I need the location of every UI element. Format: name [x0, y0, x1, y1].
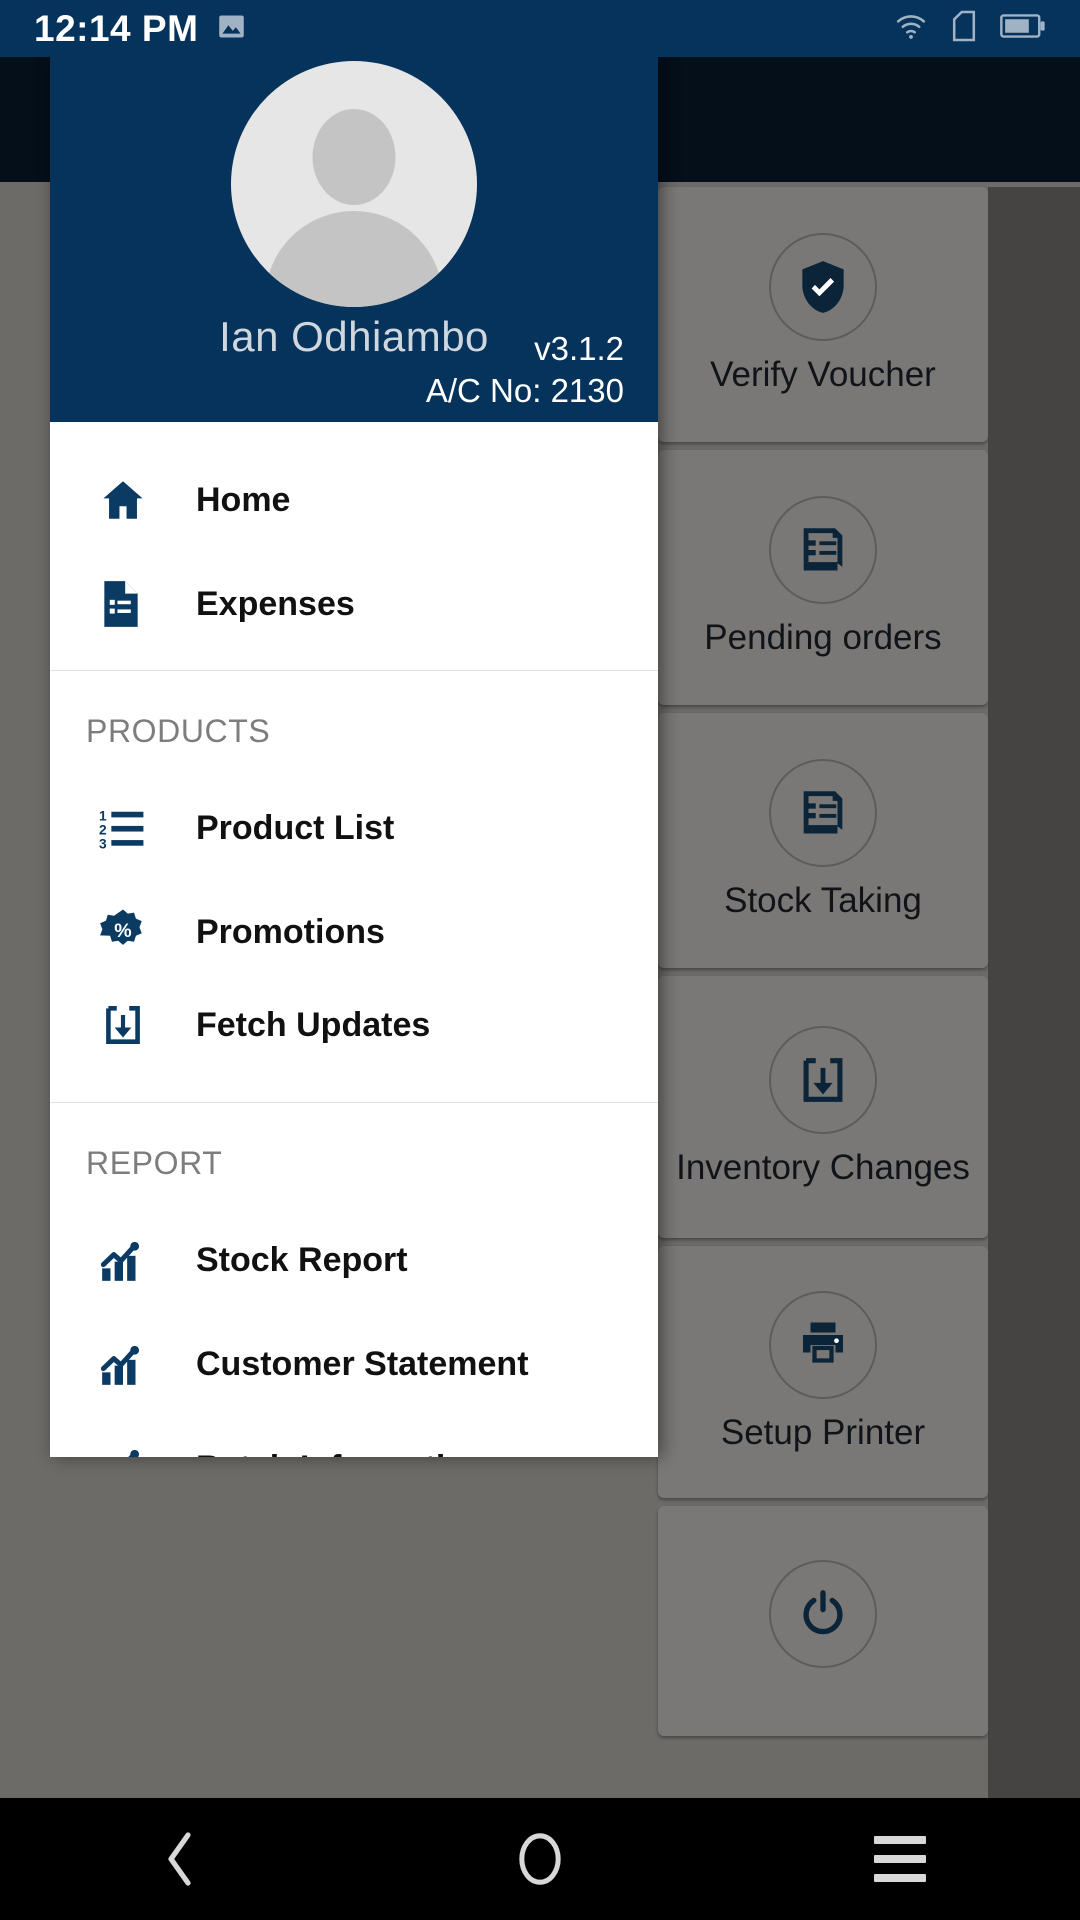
receipt-list-icon — [769, 759, 877, 868]
drawer-meta: v3.1.2 A/C No: 2130 — [426, 328, 624, 412]
app-version: v3.1.2 — [534, 329, 624, 367]
avatar-head — [312, 109, 396, 205]
drawer-header: Ian Odhiambo v3.1.2 A/C No: 2130 — [50, 57, 658, 422]
background-card-inventory-changes[interactable]: Inventory Changes — [658, 976, 988, 1238]
menu-label: Product List — [196, 808, 395, 847]
menu-label: Batch Information — [196, 1449, 487, 1458]
background-card-stock-taking[interactable]: Stock Taking — [658, 713, 988, 968]
status-bar-left: 12:14 PM — [34, 8, 247, 50]
background-right-strip — [988, 187, 1080, 1887]
bar-chart-trend-icon — [98, 1235, 170, 1285]
background-card-setup-printer[interactable]: Setup Printer — [658, 1246, 988, 1498]
status-bar: 12:14 PM — [0, 0, 1080, 57]
image-icon — [216, 11, 247, 47]
nav-recents-button[interactable] — [810, 1798, 990, 1920]
menu-item-batch-information[interactable]: Batch Information — [50, 1416, 658, 1457]
svg-text:1: 1 — [99, 808, 107, 823]
background-card-label: Verify Voucher — [710, 355, 936, 395]
menu-item-product-list[interactable]: 1 2 3 Product List — [50, 776, 658, 880]
background-card-verify-voucher[interactable]: Verify Voucher — [658, 187, 988, 442]
menu-label: Expenses — [196, 584, 355, 623]
menu-group-report: REPORT Stock Report Customer Statement — [50, 1103, 658, 1457]
svg-text:2: 2 — [99, 822, 107, 837]
menu-label: Fetch Updates — [196, 1005, 431, 1044]
menu-label: Promotions — [196, 912, 385, 951]
percent-badge-icon: % — [98, 907, 170, 957]
clock: 12:14 PM — [34, 7, 199, 49]
background-card-list: Verify Voucher Pending orders Stock Taki… — [658, 187, 988, 1744]
section-title-report: REPORT — [86, 1145, 223, 1181]
receipt-list-icon — [769, 496, 877, 605]
avatar-body — [265, 211, 443, 307]
svg-text:3: 3 — [99, 836, 107, 851]
menu-item-fetch-updates[interactable]: Fetch Updates — [50, 984, 658, 1088]
shield-check-icon — [769, 233, 877, 342]
navigation-drawer: Ian Odhiambo v3.1.2 A/C No: 2130 Home Ex… — [50, 57, 658, 1457]
menu-group-products: PRODUCTS 1 2 3 Product List % Promotions… — [50, 671, 658, 1088]
menu-label: Home — [196, 480, 291, 519]
menu-item-expenses[interactable]: Expenses — [50, 552, 658, 656]
bar-chart-trend-icon — [98, 1443, 170, 1457]
menu-item-customer-statement[interactable]: Customer Statement — [50, 1312, 658, 1416]
wifi-icon — [894, 11, 928, 46]
printer-icon — [769, 1290, 877, 1399]
background-card-logout[interactable] — [658, 1506, 988, 1736]
background-card-label: Inventory Changes — [676, 1147, 970, 1187]
menu-group-primary: Home Expenses — [50, 422, 658, 656]
power-icon — [769, 1560, 877, 1668]
numbered-list-icon: 1 2 3 — [98, 803, 170, 853]
nav-back-button[interactable] — [90, 1798, 270, 1920]
account-number: A/C No: 2130 — [425, 371, 624, 409]
nav-home-button[interactable] — [450, 1798, 630, 1920]
menu-item-stock-report[interactable]: Stock Report — [50, 1208, 658, 1312]
bar-chart-trend-icon — [98, 1339, 170, 1389]
battery-icon — [1000, 13, 1046, 44]
home-icon — [98, 475, 170, 525]
avatar[interactable] — [231, 61, 477, 307]
background-card-label: Stock Taking — [724, 881, 922, 921]
hamburger-icon — [874, 1836, 926, 1882]
menu-label: Customer Statement — [196, 1344, 529, 1383]
download-tray-icon — [98, 1000, 170, 1050]
section-title-products: PRODUCTS — [86, 713, 271, 749]
android-nav-bar — [0, 1798, 1080, 1920]
svg-text:%: % — [114, 920, 131, 942]
status-bar-right — [894, 9, 1046, 48]
menu-item-home[interactable]: Home — [50, 448, 658, 552]
phone-screen: Verify Voucher Pending orders Stock Taki… — [0, 0, 1080, 1920]
sim-card-icon — [950, 9, 978, 48]
menu-item-promotions[interactable]: % Promotions — [50, 880, 658, 984]
menu-label: Stock Report — [196, 1240, 408, 1279]
download-tray-icon — [769, 1025, 877, 1134]
background-card-label: Setup Printer — [720, 1412, 926, 1452]
background-card-label: Pending orders — [704, 618, 942, 658]
receipt-document-icon — [98, 579, 170, 629]
drawer-menu: Home Expenses PRODUCTS 1 2 3 Product Lis… — [50, 422, 658, 1457]
background-card-pending-orders[interactable]: Pending orders — [658, 450, 988, 705]
